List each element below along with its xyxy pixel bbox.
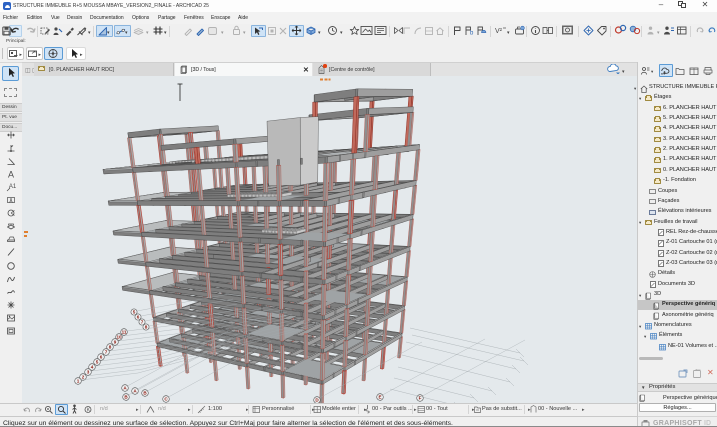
svg-text:7: 7: [141, 320, 144, 325]
svg-text:A: A: [8, 170, 14, 180]
svg-text:11: 11: [122, 330, 127, 335]
svg-text:6: 6: [137, 315, 140, 320]
svg-text:5: 5: [96, 360, 99, 365]
svg-text:V²: V²: [495, 28, 503, 35]
svg-text:1: 1: [77, 379, 80, 384]
svg-text:5: 5: [133, 310, 136, 315]
svg-text:b: b: [470, 31, 474, 37]
svg-text:E: E: [378, 395, 381, 400]
svg-text:9: 9: [114, 340, 117, 345]
svg-text:10: 10: [116, 335, 122, 340]
svg-text:8: 8: [109, 345, 112, 350]
svg-text:K: K: [87, 407, 91, 413]
svg-text:4: 4: [91, 365, 94, 370]
svg-text:3: 3: [87, 370, 90, 375]
svg-text:2: 2: [82, 375, 85, 380]
svg-text:6: 6: [100, 355, 103, 360]
svg-text:A1: A1: [9, 184, 16, 190]
svg-text:8: 8: [145, 325, 148, 330]
svg-text:7: 7: [105, 350, 108, 355]
